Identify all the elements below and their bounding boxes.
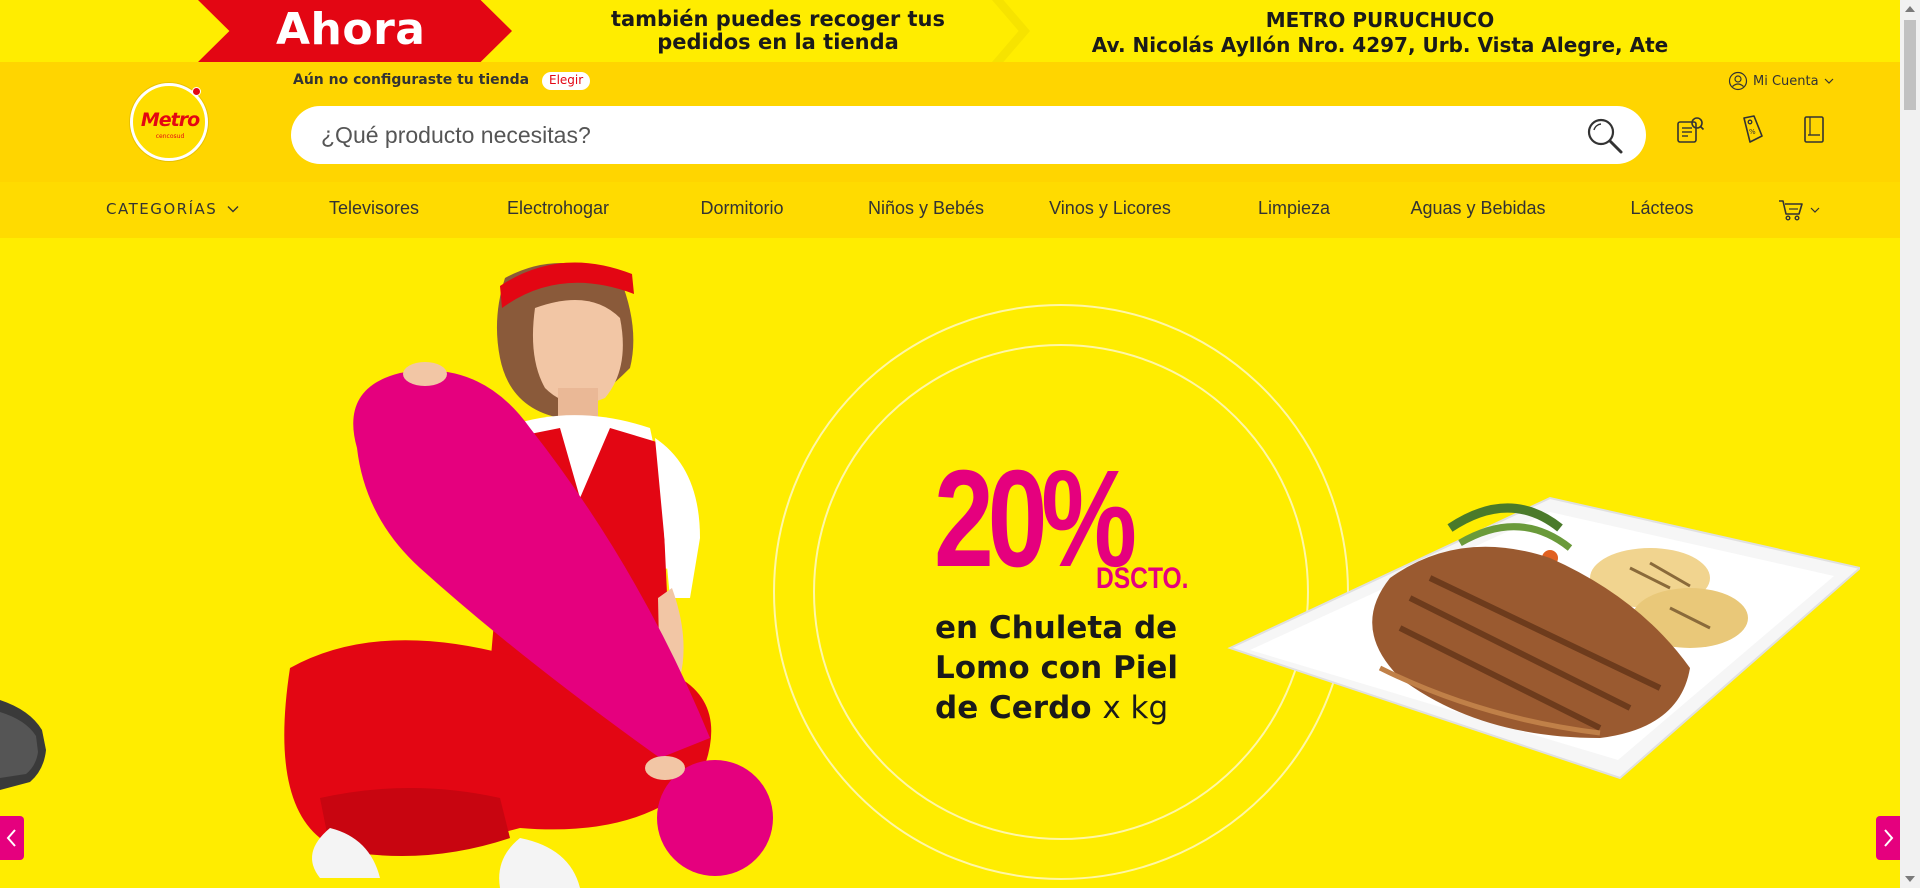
promo-ahora-text: Ahora [276, 4, 426, 55]
nav-item-aguas-bebidas[interactable]: Aguas y Bebidas [1386, 198, 1570, 219]
catalog-icon [1804, 116, 1824, 143]
offer-line-3: de Cerdo x kg [935, 688, 1178, 728]
promo-message-line1: también puedes recoger tus [610, 7, 946, 31]
model-with-exclamation-image [284, 262, 773, 888]
offers-tag-icon: % [1743, 115, 1763, 143]
account-label: Mi Cuenta [1753, 73, 1819, 89]
promo-store-address: Av. Nicolás Ayllón Nro. 4297, Urb. Vista… [1091, 33, 1669, 57]
scroll-thumb[interactable] [1904, 20, 1916, 110]
store-prompt: Aún no configuraste tu tienda [293, 72, 530, 88]
chevron-right-icon [1884, 829, 1894, 847]
scroll-up-arrow[interactable] [1905, 6, 1915, 12]
discount-label: DSCTO. [1096, 562, 1189, 595]
catalog-button[interactable] [1798, 114, 1830, 146]
nav-item-dormitorio[interactable]: Dormitorio [650, 198, 834, 219]
svg-text:%: % [1749, 128, 1756, 136]
offer-line-1: en Chuleta de [935, 610, 1178, 646]
site-header: Metro cencosud Aún no configuraste tu ti… [0, 62, 1900, 182]
offer-text: en Chuleta de Lomo con Piel de Cerdo x k… [935, 608, 1178, 728]
search-bar [291, 106, 1646, 164]
offer-line-2: Lomo con Piel [935, 650, 1178, 686]
nav-item-televisores[interactable]: Televisores [282, 198, 466, 219]
pork-chop-plate-image [1227, 496, 1860, 780]
page-scrollbar[interactable] [1900, 0, 1920, 888]
nav-item-limpieza[interactable]: Limpieza [1202, 198, 1386, 219]
logo-word: Metro [140, 109, 200, 131]
scroll-down-arrow[interactable] [1905, 876, 1915, 882]
promo-store-info: METRO PURUCHUCO Av. Nicolás Ayllón Nro. … [1090, 8, 1670, 58]
categories-dropdown[interactable]: CATEGORÍAS [106, 200, 239, 218]
orders-button[interactable] [1674, 114, 1706, 146]
nav-item-vinos-licores[interactable]: Vinos y Licores [1018, 198, 1202, 219]
choose-store-button[interactable]: Elegir [542, 72, 591, 90]
promo-strip[interactable]: Ahora también puedes recoger tus pedidos… [0, 0, 1900, 62]
promo-ahora-badge: Ahora [198, 0, 512, 62]
nav-item-lacteos[interactable]: Lácteos [1570, 198, 1754, 219]
carousel-prev-button[interactable] [0, 816, 24, 860]
promo-store-name: METRO PURUCHUCO [1265, 8, 1495, 32]
user-icon [1728, 71, 1748, 91]
carousel-next-button[interactable] [1876, 816, 1900, 860]
search-input[interactable] [321, 118, 1521, 152]
categories-label: CATEGORÍAS [106, 200, 218, 218]
logo-sub: cencosud [155, 133, 185, 140]
nav-item-electrohogar[interactable]: Electrohogar [466, 198, 650, 219]
search-icon [1587, 118, 1623, 154]
nav-item-ninos-bebes[interactable]: Niños y Bebés [834, 198, 1018, 219]
chevron-down-icon [227, 206, 239, 213]
chevron-down-icon [1810, 207, 1820, 213]
cart-button[interactable] [1778, 198, 1820, 222]
category-nav: CATEGORÍAS Televisores Electrohogar Dorm… [0, 182, 1900, 238]
hero-banner[interactable]: 20% DSCTO. en Chuleta de Lomo con Piel d… [0, 238, 1900, 888]
account-menu[interactable]: Mi Cuenta [1728, 70, 1834, 92]
metro-logo[interactable]: Metro cencosud [130, 83, 208, 161]
logo-dot [192, 87, 201, 96]
promo-message-line2: pedidos en la tienda [657, 30, 899, 54]
chevron-down-icon [1824, 78, 1834, 84]
partial-product-image [0, 700, 46, 790]
chevron-left-icon [6, 829, 16, 847]
orders-icon [1677, 117, 1705, 143]
search-button[interactable] [1584, 116, 1624, 156]
offer-unit: x kg [1102, 690, 1169, 726]
offers-button[interactable]: % [1736, 114, 1768, 146]
promo-chevron-decoration [992, 0, 1030, 62]
promo-message: también puedes recoger tus pedidos en la… [578, 8, 978, 54]
cart-icon [1779, 200, 1803, 221]
offer-product: de Cerdo [935, 690, 1092, 726]
